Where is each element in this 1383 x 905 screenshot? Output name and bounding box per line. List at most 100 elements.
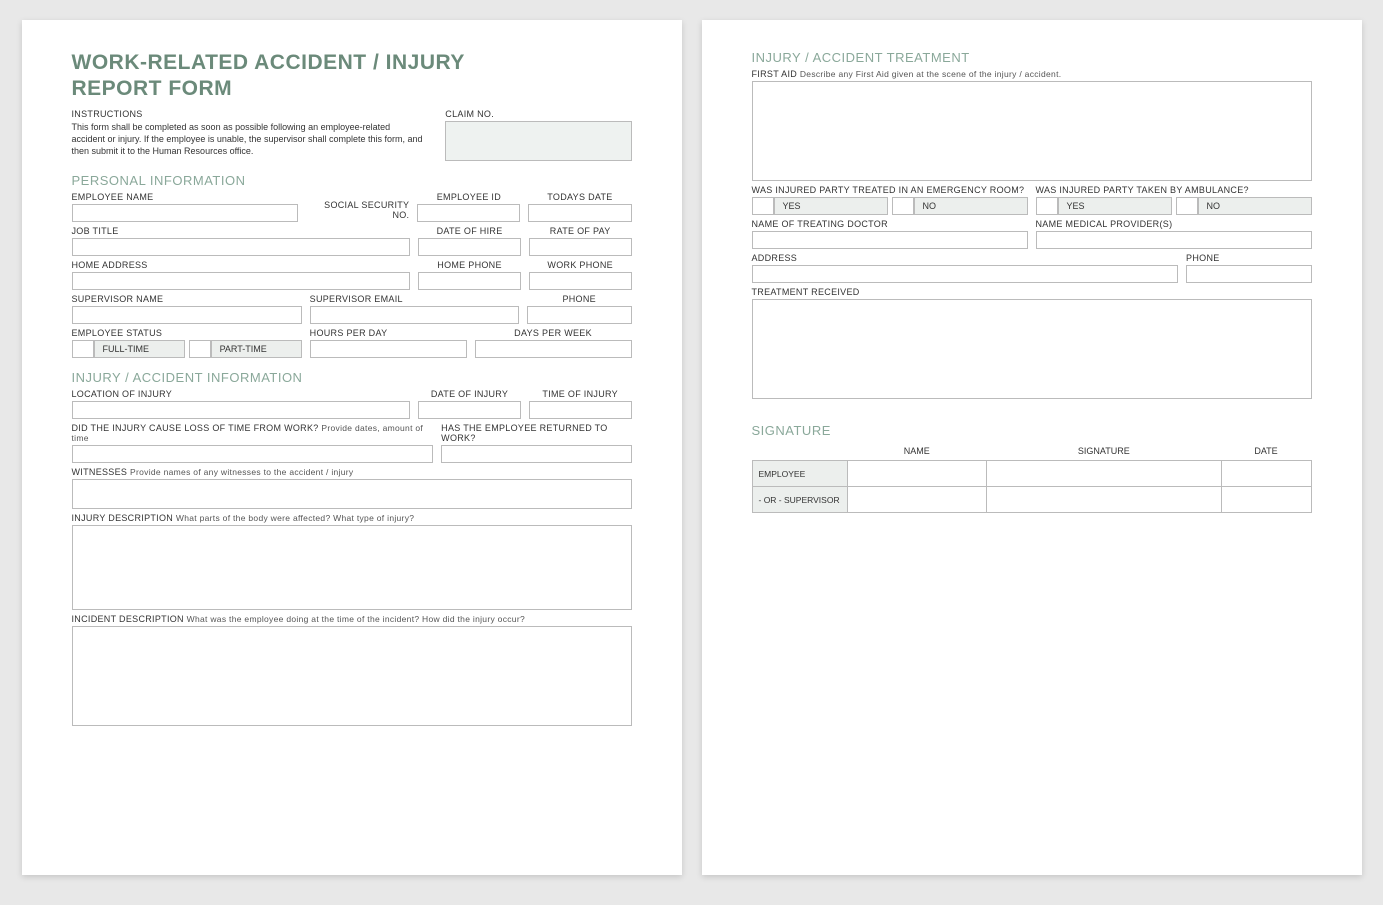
page-2: INJURY / ACCIDENT TREATMENT FIRST AID De… [702, 20, 1362, 875]
incident-desc-sub: What was the employee doing at the time … [187, 614, 525, 624]
amb-no-checkbox[interactable] [1176, 197, 1198, 215]
address-input[interactable] [752, 265, 1179, 283]
signature-heading: SIGNATURE [752, 423, 1312, 438]
full-time-checkbox[interactable] [72, 340, 94, 358]
incident-desc-label: INCIDENT DESCRIPTION What was the employ… [72, 614, 632, 624]
todays-date-label: TODAYS DATE [528, 192, 631, 202]
incident-desc-q: INCIDENT DESCRIPTION [72, 614, 184, 624]
days-per-week-input[interactable] [475, 340, 632, 358]
first-aid-input[interactable] [752, 81, 1312, 181]
personal-info-heading: PERSONAL INFORMATION [72, 173, 632, 188]
date-hire-input[interactable] [418, 238, 521, 256]
sig-date-header: DATE [1221, 442, 1311, 461]
loss-time-label: DID THE INJURY CAUSE LOSS OF TIME FROM W… [72, 423, 434, 443]
document-pages: WORK-RELATED ACCIDENT / INJURY REPORT FO… [20, 20, 1363, 875]
rate-pay-input[interactable] [529, 238, 632, 256]
location-injury-input[interactable] [72, 401, 411, 419]
employee-id-input[interactable] [417, 204, 520, 222]
job-title-label: JOB TITLE [72, 226, 411, 236]
phone2-label: PHONE [1186, 253, 1311, 263]
er-question-label: WAS INJURED PARTY TREATED IN AN EMERGENC… [752, 185, 1028, 195]
first-aid-q: FIRST AID [752, 69, 798, 79]
sig-supervisor-date-input[interactable] [1221, 487, 1311, 513]
work-phone-label: WORK PHONE [529, 260, 632, 270]
days-per-week-label: DAYS PER WEEK [475, 328, 632, 338]
sig-supervisor-signature-input[interactable] [987, 487, 1221, 513]
supervisor-phone-label: PHONE [527, 294, 632, 304]
address-label: ADDRESS [752, 253, 1179, 263]
full-time-label: FULL-TIME [94, 340, 185, 358]
time-injury-input[interactable] [529, 401, 632, 419]
employee-status-label: EMPLOYEE STATUS [72, 328, 302, 338]
title-line-2: REPORT FORM [72, 77, 233, 100]
ambulance-question-label: WAS INJURED PARTY TAKEN BY AMBULANCE? [1036, 185, 1312, 195]
job-title-input[interactable] [72, 238, 411, 256]
home-address-input[interactable] [72, 272, 411, 290]
sig-employee-signature-input[interactable] [987, 461, 1221, 487]
witnesses-q: WITNESSES [72, 467, 128, 477]
witnesses-input[interactable] [72, 479, 632, 509]
todays-date-input[interactable] [528, 204, 631, 222]
sig-signature-header: SIGNATURE [987, 442, 1221, 461]
injury-desc-label: INJURY DESCRIPTION What parts of the bod… [72, 513, 632, 523]
employee-name-label: EMPLOYEE NAME [72, 192, 299, 202]
amb-no-label: NO [1198, 197, 1312, 215]
loss-time-input[interactable] [72, 445, 434, 463]
er-no-checkbox[interactable] [892, 197, 914, 215]
er-yes-checkbox[interactable] [752, 197, 774, 215]
doctor-label: NAME OF TREATING DOCTOR [752, 219, 1028, 229]
signature-table: NAME SIGNATURE DATE EMPLOYEE - OR - SUPE… [752, 442, 1312, 513]
form-title: WORK-RELATED ACCIDENT / INJURY REPORT FO… [72, 50, 632, 103]
loss-time-q: DID THE INJURY CAUSE LOSS OF TIME FROM W… [72, 423, 319, 433]
instructions-label: INSTRUCTIONS [72, 109, 426, 119]
injury-desc-q: INJURY DESCRIPTION [72, 513, 174, 523]
home-phone-input[interactable] [418, 272, 521, 290]
witnesses-sub: Provide names of any witnesses to the ac… [130, 467, 353, 477]
supervisor-name-label: SUPERVISOR NAME [72, 294, 302, 304]
instructions-text: This form shall be completed as soon as … [72, 121, 426, 157]
supervisor-phone-input[interactable] [527, 306, 632, 324]
employee-name-input[interactable] [72, 204, 299, 222]
sig-employee-row-label: EMPLOYEE [752, 461, 847, 487]
sig-employee-date-input[interactable] [1221, 461, 1311, 487]
part-time-checkbox[interactable] [189, 340, 211, 358]
hours-per-day-input[interactable] [310, 340, 467, 358]
sig-employee-name-input[interactable] [847, 461, 987, 487]
treatment-received-label: TREATMENT RECEIVED [752, 287, 1312, 297]
date-injury-input[interactable] [418, 401, 521, 419]
claim-no-input[interactable] [445, 121, 631, 161]
title-line-1: WORK-RELATED ACCIDENT / INJURY [72, 51, 465, 74]
doctor-input[interactable] [752, 231, 1028, 249]
claim-no-label: CLAIM NO. [445, 109, 631, 119]
first-aid-label: FIRST AID Describe any First Aid given a… [752, 69, 1312, 79]
incident-desc-input[interactable] [72, 626, 632, 726]
supervisor-email-input[interactable] [310, 306, 519, 324]
amb-yes-checkbox[interactable] [1036, 197, 1058, 215]
provider-label: NAME MEDICAL PROVIDER(S) [1036, 219, 1312, 229]
provider-input[interactable] [1036, 231, 1312, 249]
ssn-label: SOCIAL SECURITY NO. [306, 200, 409, 220]
witnesses-label: WITNESSES Provide names of any witnesses… [72, 467, 632, 477]
home-phone-label: HOME PHONE [418, 260, 521, 270]
date-injury-label: DATE OF INJURY [418, 389, 521, 399]
date-hire-label: DATE OF HIRE [418, 226, 521, 236]
er-no-label: NO [914, 197, 1028, 215]
first-aid-sub: Describe any First Aid given at the scen… [800, 69, 1062, 79]
treatment-received-input[interactable] [752, 299, 1312, 399]
treatment-heading: INJURY / ACCIDENT TREATMENT [752, 50, 1312, 65]
injury-desc-input[interactable] [72, 525, 632, 610]
sig-supervisor-row-label: - OR - SUPERVISOR [752, 487, 847, 513]
page-1: WORK-RELATED ACCIDENT / INJURY REPORT FO… [22, 20, 682, 875]
returned-input[interactable] [441, 445, 631, 463]
work-phone-input[interactable] [529, 272, 632, 290]
sig-supervisor-name-input[interactable] [847, 487, 987, 513]
home-address-label: HOME ADDRESS [72, 260, 411, 270]
employee-id-label: EMPLOYEE ID [417, 192, 520, 202]
returned-label: HAS THE EMPLOYEE RETURNED TO WORK? [441, 423, 631, 443]
injury-info-heading: INJURY / ACCIDENT INFORMATION [72, 370, 632, 385]
er-yes-label: YES [774, 197, 888, 215]
supervisor-name-input[interactable] [72, 306, 302, 324]
rate-pay-label: RATE OF PAY [529, 226, 632, 236]
sig-name-header: NAME [847, 442, 987, 461]
phone2-input[interactable] [1186, 265, 1311, 283]
